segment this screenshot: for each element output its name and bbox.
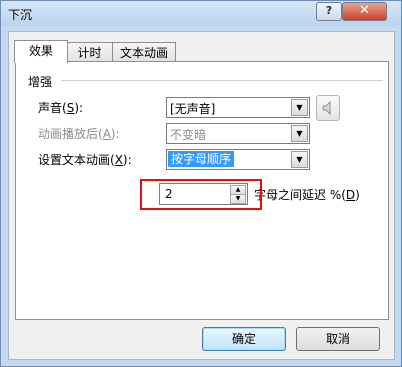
animate-text-value: 按字母顺序 (168, 151, 235, 167)
tab-panel-effect: 增强 声音(S): [无声音] ▼ 动画播放后(A): 不变暗 ▼ 设置文本动画… (15, 61, 389, 320)
dialog-window: 下沉 ? ✕ 效果 计时 文本动画 增强 声音(S): [无声音] ▼ 动画播放… (0, 0, 402, 367)
after-animation-select: 不变暗 ▼ (166, 123, 310, 144)
title-bar[interactable]: 下沉 ? ✕ (1, 1, 401, 26)
chevron-down-icon[interactable]: ▼ (291, 151, 308, 168)
group-divider (61, 80, 383, 81)
sound-select[interactable]: [无声音] ▼ (166, 97, 310, 118)
tab-timing[interactable]: 计时 (66, 42, 113, 63)
close-button[interactable]: ✕ (342, 2, 387, 21)
tab-effect[interactable]: 效果 (14, 40, 68, 63)
sound-label: 声音(S): (38, 101, 84, 115)
animate-text-select[interactable]: 按字母顺序 ▼ (166, 149, 310, 170)
cancel-button[interactable]: 取消 (296, 327, 380, 351)
after-animation-label: 动画播放后(A): (38, 127, 120, 141)
annotation-highlight-box (140, 179, 262, 210)
chevron-down-icon[interactable]: ▼ (291, 99, 308, 116)
delay-label: 字母之间延迟 %(D) (254, 188, 360, 202)
tab-text-animation[interactable]: 文本动画 (112, 42, 176, 63)
sound-select-value: [无声音] (170, 102, 216, 116)
window-title: 下沉 (8, 8, 33, 22)
speaker-icon (322, 100, 331, 116)
animate-text-label: 设置文本动画(X): (38, 153, 132, 167)
chevron-down-icon: ▼ (291, 125, 308, 142)
ok-button[interactable]: 确定 (202, 327, 286, 351)
group-title: 增强 (28, 75, 53, 89)
help-button[interactable]: ? (316, 2, 342, 21)
speaker-button[interactable] (316, 95, 340, 121)
dialog-body: 效果 计时 文本动画 增强 声音(S): [无声音] ▼ 动画播放后(A): 不… (8, 31, 395, 360)
after-animation-value: 不变暗 (170, 128, 207, 142)
